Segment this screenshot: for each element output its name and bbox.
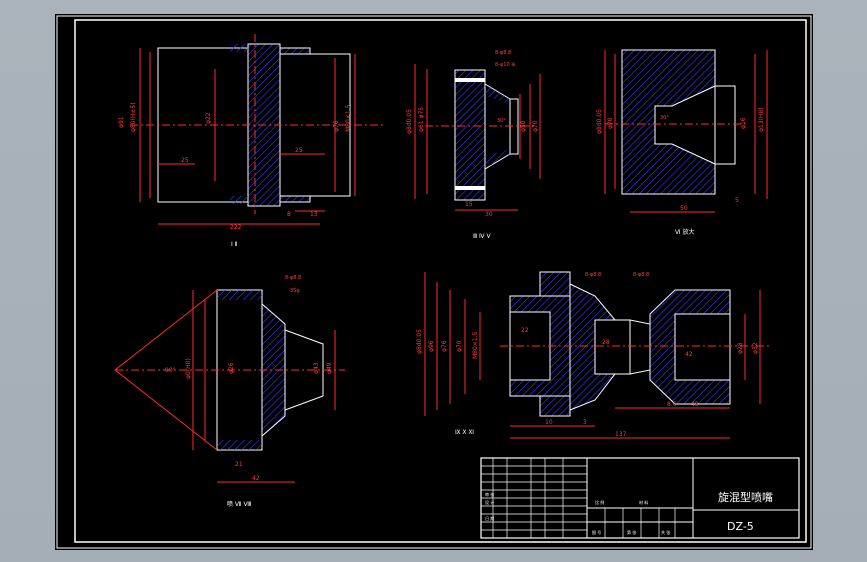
v4-dim-6: φ43 [313, 362, 320, 374]
v2-dim-1: 8-φ10 ⊕ [495, 62, 515, 68]
v5-dim-17: 10 [545, 419, 553, 426]
view-1-section: φ91 φ80(H±5) φ22 25 25 φ76 M80×1.5 222 8… [118, 34, 385, 248]
v4-dim-8: 90° [165, 367, 176, 374]
v3-caption: Ⅵ 放大 [675, 228, 694, 236]
v3-dim-8: 30° [660, 115, 669, 121]
tb-cell-2: 日 期 [485, 515, 494, 521]
v2-caption: Ⅲ Ⅳ Ⅴ [473, 233, 491, 240]
v1-dim-4: M80×1.5 [345, 104, 352, 132]
v4-dim-0: 8-φ8.8 [285, 275, 301, 281]
v5-dim-23: 48 [691, 401, 699, 408]
v2-dim-13: 30 [485, 211, 493, 218]
outer-frame [56, 15, 812, 549]
v5-dim-4: φ76 [441, 340, 448, 352]
cad-viewport[interactable]: φ91 φ80(H±5) φ22 25 25 φ76 M80×1.5 222 8… [0, 0, 867, 562]
tb-cell-9: 共 张 [661, 529, 670, 535]
drawing-code: DZ-5 [727, 520, 754, 533]
v3-dim-0: φ8d0.05 [596, 109, 603, 134]
v4-dim-3: φ26 [228, 362, 235, 374]
v3-dim-1: φ70 [607, 117, 614, 129]
v2-dim-2: φ8d0.05 [406, 109, 413, 134]
v4-dim-7: φ49 [326, 362, 333, 374]
v5-dim-2: φ8d0.05 [416, 329, 423, 354]
v5-caption: Ⅸ Ⅹ Ⅺ [455, 429, 474, 436]
tb-cell-7: 图 号 [592, 529, 601, 535]
v5-dim-5: φ70 [456, 340, 463, 352]
drawing-canvas: φ91 φ80(H±5) φ22 25 25 φ76 M80×1.5 222 8… [56, 15, 812, 549]
v2-dim-8: φ50 [520, 120, 527, 132]
view-5-section: 8-φ8.8 8-φ8.8 φ8d0.05 φ96 φ76 φ70 M80×1.… [416, 271, 770, 439]
tb-cell-0: 审 核 [485, 491, 494, 497]
v2-dim-11: 30° [497, 118, 506, 124]
v4-dim-1: 3Sφ [290, 288, 300, 294]
tb-cell-3: 比 例 [595, 499, 604, 505]
v5-dim-0: 8-φ8.8 [585, 272, 601, 278]
v5-dim-13: 28 [602, 339, 610, 346]
v1-caption: Ⅰ Ⅱ [231, 241, 238, 248]
v5-dim-7: M80×1.5 [472, 331, 479, 359]
v3-dim-2: φ16 [740, 117, 747, 129]
v5-dim-26: 137 [615, 431, 627, 438]
v5-dim-25: φ32 [752, 342, 759, 354]
v2-dim-9: φ70 [532, 120, 539, 132]
v5-dim-22: 42 [685, 351, 693, 358]
v5-dim-1: 8-φ8.8 [633, 272, 649, 278]
v2-dim-12: 15 [465, 201, 473, 208]
tb-cell-1: 设 计 [485, 499, 494, 505]
v1-dim-2: φ76 [333, 120, 340, 132]
view-4-section: 8-φ8.8 3Sφ φ0(H0) φ26 φ43 φ49 90° 21 42 … [114, 275, 345, 508]
v5-dim-24: φ28 [737, 342, 744, 354]
v5-dim-3: φ96 [428, 340, 435, 352]
v5-dim-16: 3 [583, 419, 587, 426]
v1-dim-5: φ22 [205, 112, 212, 124]
tb-cell-8: 第 张 [627, 529, 636, 535]
title-block: 审 核 设 计 日 期 比 例 材 料 图 号 第 张 共 张 旋混型喷嘴 DZ… [480, 457, 800, 539]
v1-dim-9: 222 [230, 224, 242, 231]
v3-dim-6: 50 [680, 205, 688, 212]
v5-dim-12: 22 [521, 327, 529, 334]
drawing-title: 旋混型喷嘴 [718, 490, 773, 504]
v1-dim-10: 8 [287, 211, 291, 218]
v5-dim-20: 8.6 [667, 401, 677, 408]
v2-dim-3: φ61 φ75 [418, 107, 425, 132]
v1-dim-11: 13 [310, 211, 318, 218]
v4-caption: 喷 Ⅶ Ⅷ [227, 500, 252, 508]
v3-dim-3: φ13(H8) [758, 107, 765, 132]
v4-dim-13: 42 [252, 475, 260, 482]
drawing-sheet: φ91 φ80(H±5) φ22 25 25 φ76 M80×1.5 222 8… [55, 14, 813, 550]
v1-dim-1: φ80(H±5) [130, 102, 137, 132]
v1-dim-7: 25 [181, 157, 189, 164]
inner-frame [74, 19, 807, 543]
v2-dim-0: 8-φ8.8 [495, 50, 511, 56]
view-3-section: φ8d0.05 φ70 φ16 φ13(H8) 30° 50 5 Ⅵ 放大 [596, 49, 768, 236]
v4-dim-9: 21 [235, 461, 243, 468]
v1-dim-0: φ91 [118, 116, 125, 128]
view-2-section: 8-φ8.8 8-φ10 ⊕ φ8d0.05 φ61 φ75 φ50 φ70 3… [406, 50, 541, 240]
v1-dim-8: 25 [295, 147, 303, 154]
tb-cell-4: 材 料 [639, 499, 648, 505]
v3-dim-7: 5 [735, 197, 739, 204]
v4-dim-2: φ0(H0) [185, 358, 192, 379]
